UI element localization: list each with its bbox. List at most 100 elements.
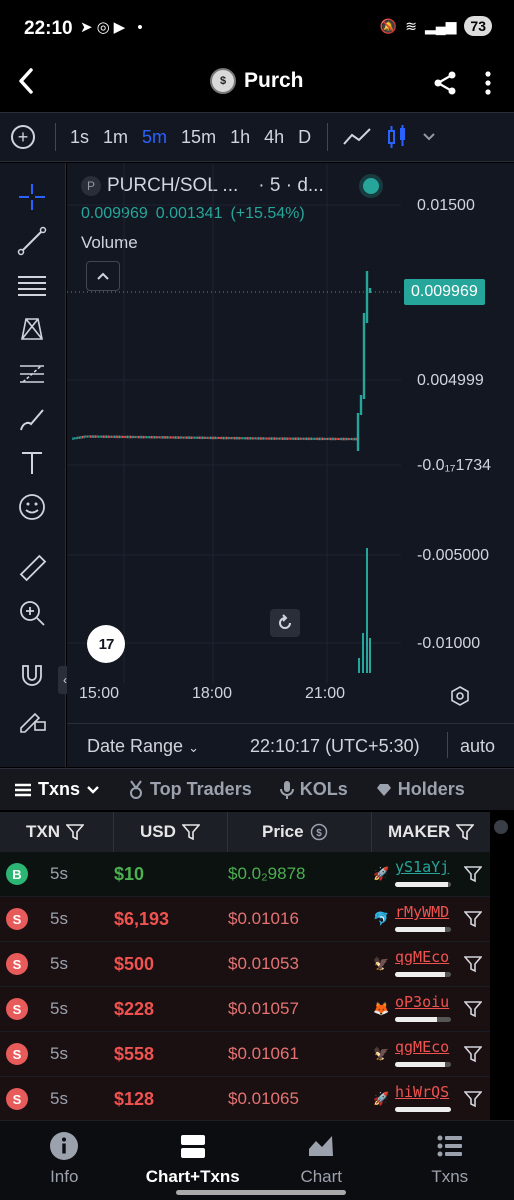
timeframe-15m[interactable]: 15m	[181, 127, 216, 148]
maker-address[interactable]: yS1aYj	[395, 858, 449, 876]
volume-bars	[358, 548, 371, 673]
table-row[interactable]: S 5s $6,193 $0.01016 🐬 rMyWMD	[0, 897, 490, 942]
lock-drawings-tool[interactable]	[14, 701, 50, 737]
filter-maker-icon[interactable]	[464, 1000, 482, 1018]
auto-scale-toggle[interactable]: auto	[460, 736, 495, 757]
magnet-tool[interactable]	[14, 657, 50, 693]
crosshair-tool[interactable]	[14, 179, 50, 215]
pattern-icon	[21, 318, 43, 340]
mute-icon: 🔕	[379, 17, 398, 34]
svg-text:$: $	[316, 828, 322, 839]
magnet-icon	[22, 665, 42, 686]
txn-age: 5s	[50, 909, 68, 928]
tab-txns[interactable]: Txns	[0, 779, 114, 800]
filter-maker-icon[interactable]	[464, 1045, 482, 1063]
filter-maker-icon[interactable]	[464, 910, 482, 928]
tradingview-logo[interactable]: 17	[87, 625, 125, 663]
column-usd[interactable]: USD	[114, 812, 228, 852]
chevron-down-icon	[87, 785, 99, 794]
tab-label: Top Traders	[150, 779, 252, 799]
nav-chart-txns[interactable]: Chart+Txns	[129, 1121, 258, 1200]
zoom-tool[interactable]	[14, 595, 50, 631]
txn-type-badge: S	[6, 953, 28, 975]
trend-line-icon	[17, 226, 47, 256]
filter-icon	[456, 824, 475, 840]
chevron-down-icon[interactable]	[422, 132, 436, 142]
column-label: Price	[262, 822, 304, 841]
txn-price: $0.01061	[228, 1044, 299, 1063]
horizontal-lines-icon	[18, 276, 46, 296]
table-row[interactable]: S 5s $558 $0.01061 🦅 qgMEco	[0, 1032, 490, 1077]
maker-address[interactable]: oP3oiu	[395, 993, 449, 1011]
timeframe-D[interactable]: D	[298, 127, 311, 148]
emoji-tool[interactable]	[14, 489, 50, 525]
maker-holding-bar	[395, 972, 451, 977]
filter-maker-icon[interactable]	[464, 865, 482, 883]
maker-avatar-icon: 🦅	[373, 956, 390, 971]
scrollbar-thumb[interactable]	[494, 820, 508, 834]
forecast-tool[interactable]	[14, 356, 50, 392]
nav-chart[interactable]: Chart	[257, 1121, 386, 1200]
price-chart[interactable]: P PURCH/SOL ... · 5 · d... 0.009969 0.001…	[67, 163, 514, 767]
nav-txns[interactable]: Txns	[386, 1121, 514, 1200]
timeframe-1m[interactable]: 1m	[103, 127, 128, 148]
add-indicator-button[interactable]: +	[11, 125, 35, 149]
date-range-button[interactable]: Date Range ⌄	[87, 736, 199, 757]
txn-usd: $6,193	[114, 908, 170, 929]
signal-icon: ▂▄▆	[424, 17, 457, 34]
filter-icon	[181, 824, 200, 840]
txns-list-icon	[437, 1135, 462, 1157]
ruler-tool[interactable]	[14, 550, 50, 586]
toolbar-divider	[55, 123, 56, 151]
tab-kols[interactable]: KOLs	[266, 779, 362, 800]
table-scrollbar[interactable]	[494, 820, 508, 1120]
column-txn[interactable]: TXN	[0, 812, 114, 852]
text-tool[interactable]	[14, 445, 50, 481]
column-maker[interactable]: MAKER	[372, 812, 490, 852]
reset-chart-button[interactable]	[270, 609, 300, 637]
maker-avatar-icon: 🦊	[373, 1001, 390, 1016]
filter-maker-icon[interactable]	[464, 955, 482, 973]
currency-toggle-icon: $	[310, 823, 327, 841]
status-bar: 22:10 ➤◎▶ • 🔕 ≋ ▂▄▆ 73	[0, 0, 514, 56]
forecast-icon	[20, 365, 44, 383]
medal-icon	[130, 779, 143, 799]
share-icon[interactable]	[432, 70, 458, 96]
maker-address[interactable]: qgMEco	[395, 948, 449, 966]
filter-maker-icon[interactable]	[464, 1090, 482, 1108]
chart-icon	[309, 1136, 334, 1156]
horizontal-lines-tool[interactable]	[14, 268, 50, 304]
maker-avatar-icon: 🚀	[373, 866, 390, 881]
timeframe-1h[interactable]: 1h	[230, 127, 250, 148]
back-button[interactable]	[14, 66, 44, 100]
tab-top-traders[interactable]: Top Traders	[114, 779, 266, 800]
maker-address[interactable]: rMyWMD	[395, 903, 449, 921]
settings-hexagon-icon[interactable]	[450, 686, 470, 706]
column-price[interactable]: Price $	[228, 812, 372, 852]
line-chart-type-icon[interactable]	[342, 126, 372, 148]
table-row[interactable]: S 5s $128 $0.01065 🚀 hiWrQS	[0, 1077, 490, 1122]
table-row[interactable]: S 5s $500 $0.01053 🦅 qgMEco	[0, 942, 490, 987]
candlestick-chart-type-icon[interactable]	[386, 124, 408, 150]
wifi-icon: ≋	[405, 17, 417, 34]
microphone-icon	[279, 780, 294, 799]
brush-tool[interactable]	[14, 401, 50, 437]
timeframe-4h[interactable]: 4h	[264, 127, 284, 148]
table-row[interactable]: S 5s $228 $0.01057 🦊 oP3oiu	[0, 987, 490, 1032]
tab-holders[interactable]: Holders	[362, 779, 479, 800]
pattern-tool[interactable]	[14, 311, 50, 347]
maker-address[interactable]: hiWrQS	[395, 1083, 449, 1101]
chart-clock[interactable]: 22:10:17 (UTC+5:30)	[250, 736, 420, 757]
price-axis-label: -0.01000	[417, 635, 481, 652]
trend-line-tool[interactable]	[14, 223, 50, 259]
column-label: USD	[140, 822, 176, 841]
tab-label: KOLs	[299, 779, 348, 799]
nav-info[interactable]: Info	[0, 1121, 129, 1200]
lock-pencil-icon	[20, 712, 46, 733]
more-vertical-icon[interactable]	[484, 70, 492, 96]
table-row[interactable]: B 5s $10 $0.0₂9878 🚀 yS1aYj	[0, 852, 490, 897]
price-plot[interactable]	[67, 163, 401, 683]
timeframe-5m[interactable]: 5m	[142, 127, 167, 148]
timeframe-1s[interactable]: 1s	[70, 127, 89, 148]
maker-address[interactable]: qgMEco	[395, 1038, 449, 1056]
